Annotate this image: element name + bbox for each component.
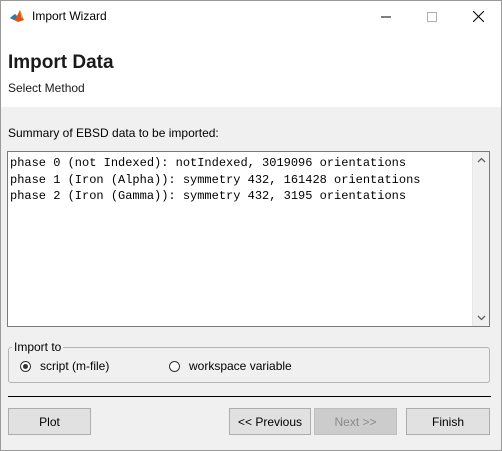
matlab-icon <box>9 8 25 24</box>
minimize-button[interactable] <box>363 1 409 32</box>
wizard-header: Import Data Select Method <box>1 32 501 107</box>
radio-script-mfile[interactable]: script (m-file) <box>20 359 109 373</box>
close-icon <box>472 9 484 25</box>
radio-workspace-label: workspace variable <box>189 359 292 373</box>
radio-unselected-icon[interactable] <box>169 360 180 372</box>
chevron-up-icon <box>477 155 486 165</box>
page-subtitle: Select Method <box>8 81 85 95</box>
previous-button[interactable]: << Previous <box>229 408 311 435</box>
import-to-legend: Import to <box>12 340 64 354</box>
scroll-up-button[interactable] <box>473 152 489 168</box>
summary-scrollbar[interactable] <box>472 152 489 326</box>
footer-divider <box>8 396 491 397</box>
summary-label: Summary of EBSD data to be imported: <box>8 126 219 140</box>
summary-text-area[interactable]: phase 0 (not Indexed): notIndexed, 30190… <box>7 151 490 327</box>
summary-text: phase 0 (not Indexed): notIndexed, 30190… <box>10 156 421 203</box>
finish-button[interactable]: Finish <box>406 408 490 435</box>
close-button[interactable] <box>455 1 501 32</box>
radio-script-label: script (m-file) <box>40 359 110 373</box>
minimize-icon <box>381 9 391 25</box>
plot-button[interactable]: Plot <box>8 408 91 435</box>
window-title: Import Wizard <box>32 9 107 23</box>
chevron-down-icon <box>477 313 486 323</box>
radio-workspace-variable[interactable]: workspace variable <box>169 359 292 373</box>
next-button[interactable]: Next >> <box>314 408 397 435</box>
page-title: Import Data <box>8 52 114 73</box>
maximize-icon <box>427 9 437 25</box>
title-bar[interactable]: Import Wizard <box>1 1 501 32</box>
maximize-button[interactable] <box>409 1 455 32</box>
scroll-down-button[interactable] <box>473 310 489 326</box>
import-wizard-window: Import Wizard Import Data Select Method … <box>0 0 502 451</box>
radio-selected-icon[interactable] <box>20 360 31 372</box>
